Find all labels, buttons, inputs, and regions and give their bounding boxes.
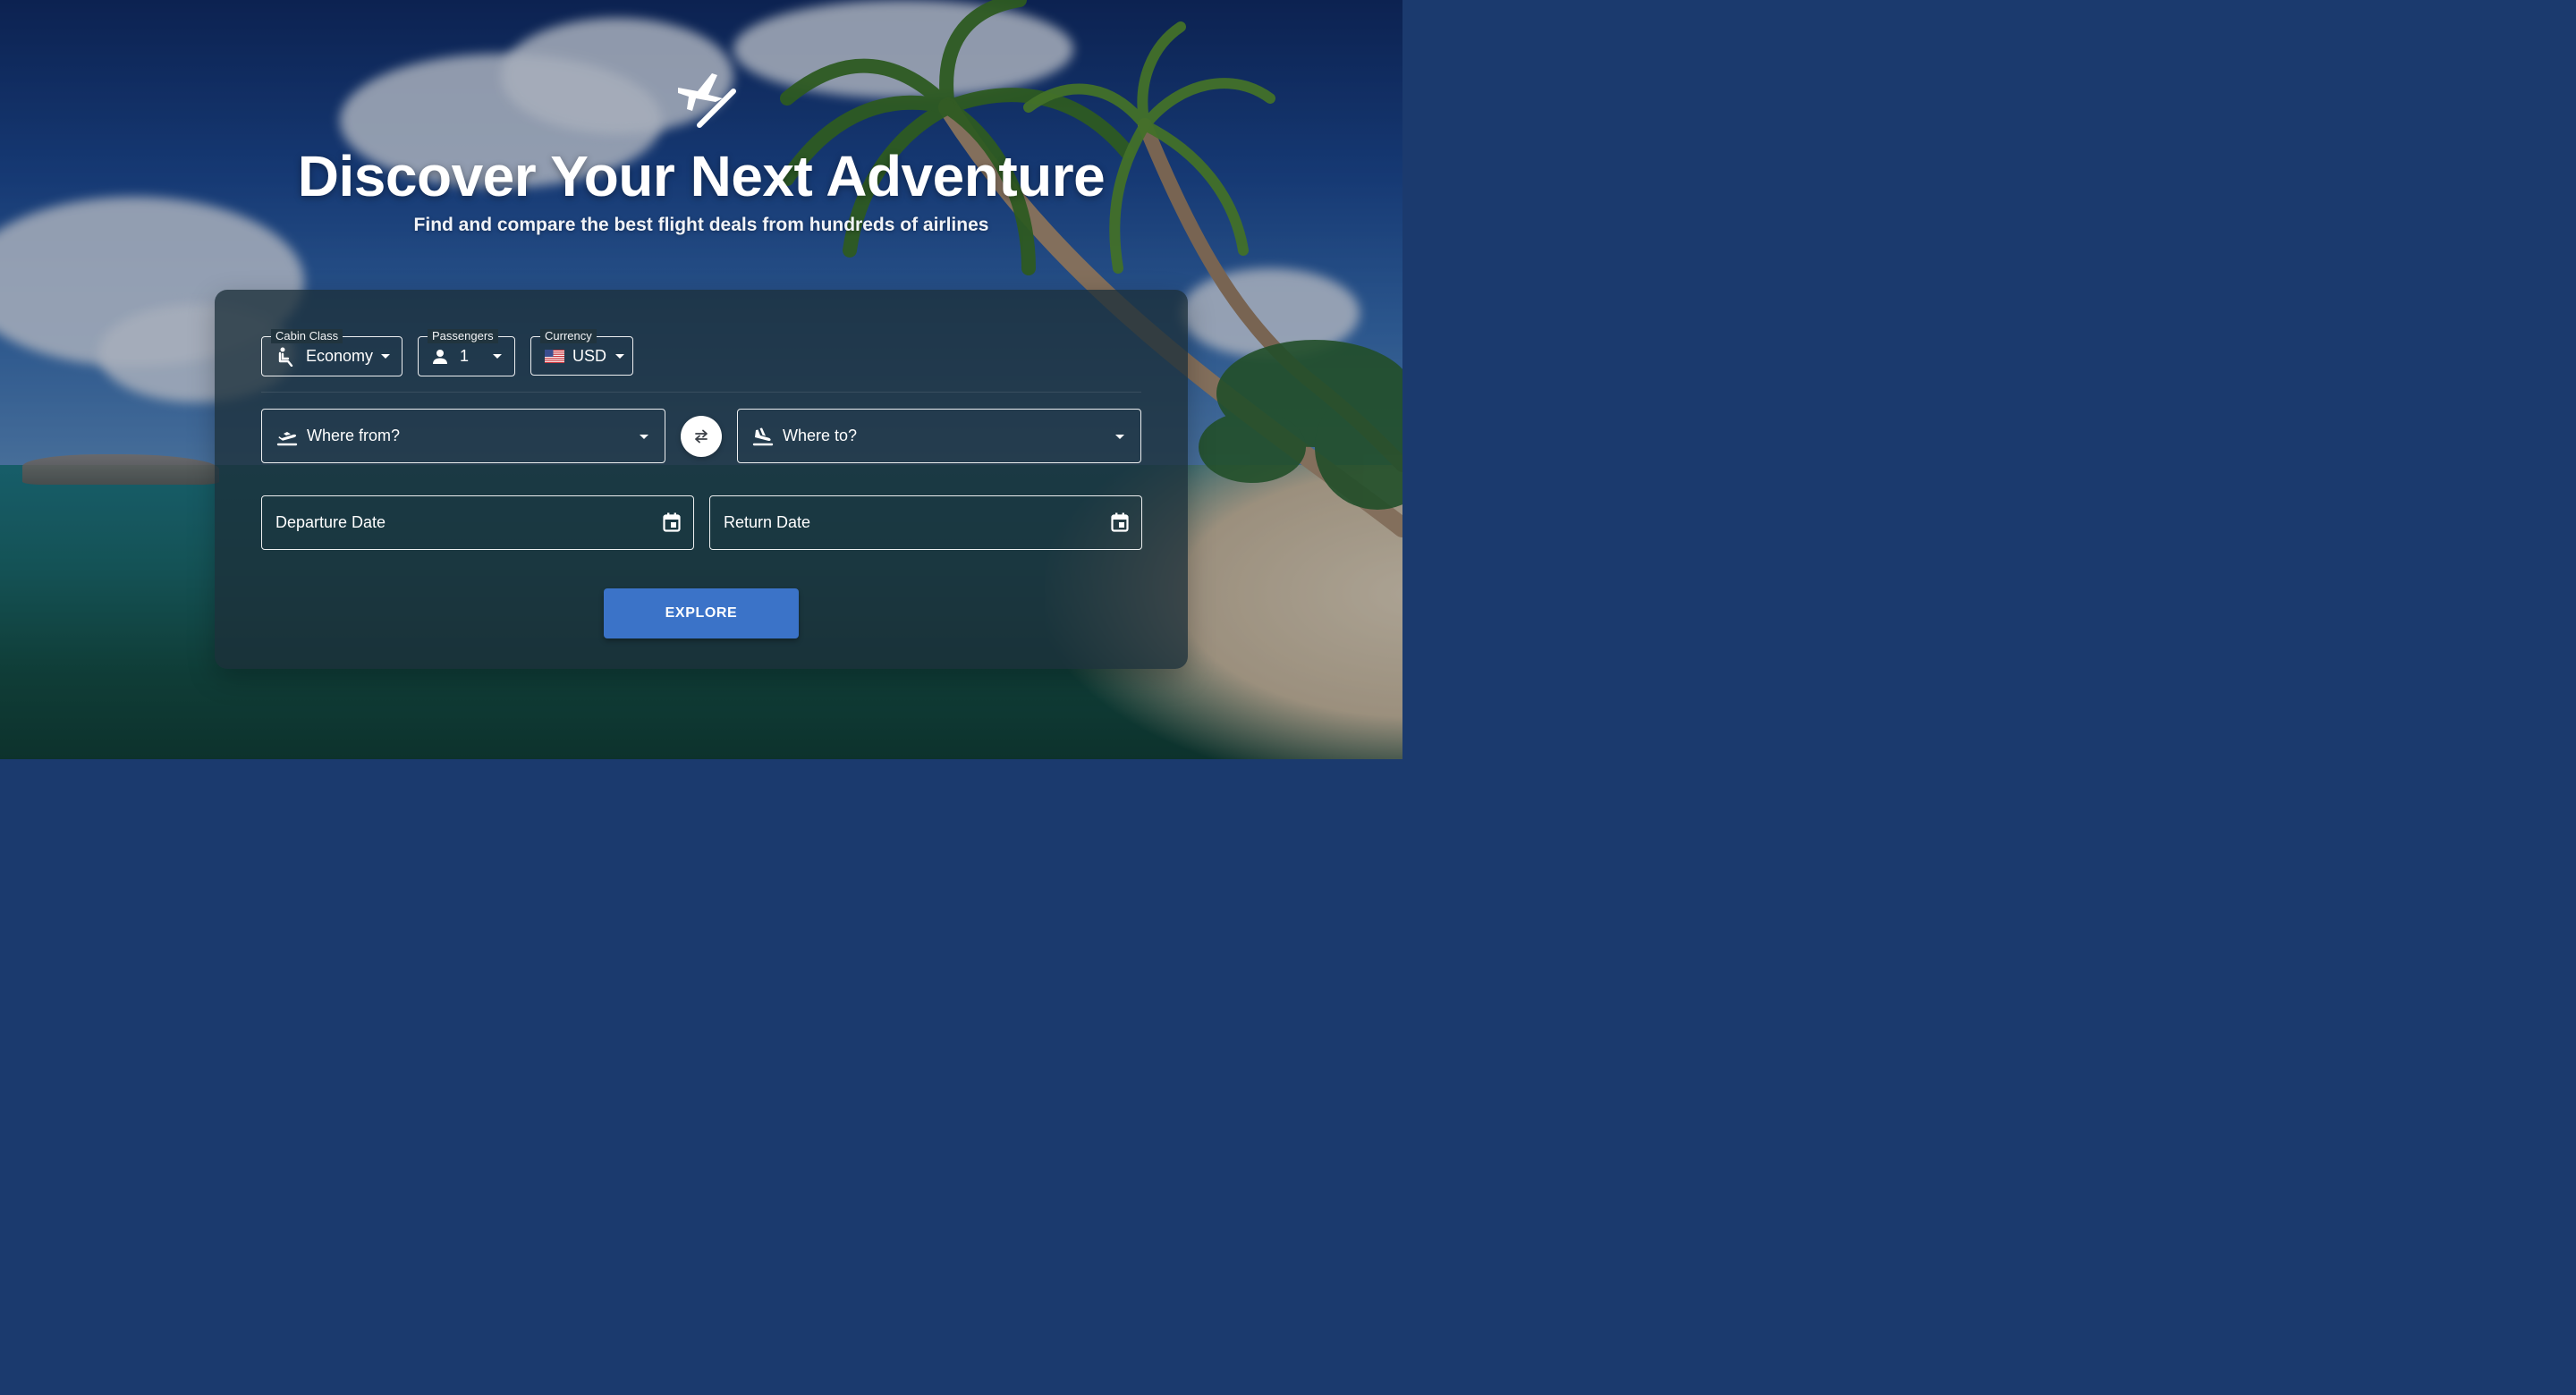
card-divider xyxy=(261,392,1141,393)
passengers-select[interactable]: Passengers 1 xyxy=(418,329,515,376)
page-title: Discover Your Next Adventure xyxy=(297,144,1106,208)
explore-button[interactable]: EXPLORE xyxy=(604,588,799,638)
currency-select[interactable]: Currency USD xyxy=(530,329,633,376)
departure-date-label: Departure Date xyxy=(275,513,386,531)
swap-button[interactable] xyxy=(681,416,722,457)
return-date-field[interactable]: Return Date xyxy=(709,495,1142,550)
cabin-class-value: Economy xyxy=(306,347,374,365)
return-date-label: Return Date xyxy=(724,513,811,531)
calendar-icon[interactable] xyxy=(663,512,681,532)
chevron-down-icon xyxy=(381,354,391,359)
us-flag-icon xyxy=(545,349,564,363)
page-subtitle: Find and compare the best flight deals f… xyxy=(413,215,989,235)
seat-icon xyxy=(276,347,296,367)
swap-icon xyxy=(695,429,708,444)
currency-value: USD xyxy=(572,346,607,365)
person-icon xyxy=(431,348,449,366)
calendar-icon[interactable] xyxy=(1111,512,1129,532)
destination-input[interactable]: Where to? xyxy=(737,409,1141,463)
flight-takeoff-icon xyxy=(678,73,736,128)
flight-takeoff-icon xyxy=(276,426,298,447)
chevron-down-icon xyxy=(1115,435,1124,439)
destination-placeholder: Where to? xyxy=(783,427,858,444)
chevron-down-icon xyxy=(493,354,503,359)
flight-land-icon xyxy=(752,426,774,447)
cabin-class-select[interactable]: Cabin Class Economy xyxy=(261,329,402,376)
departure-date-field[interactable]: Departure Date xyxy=(261,495,694,550)
origin-input[interactable]: Where from? xyxy=(261,409,665,463)
passengers-value: 1 xyxy=(460,347,470,365)
chevron-down-icon xyxy=(615,353,625,359)
origin-placeholder: Where from? xyxy=(307,427,401,444)
chevron-down-icon xyxy=(640,435,648,439)
